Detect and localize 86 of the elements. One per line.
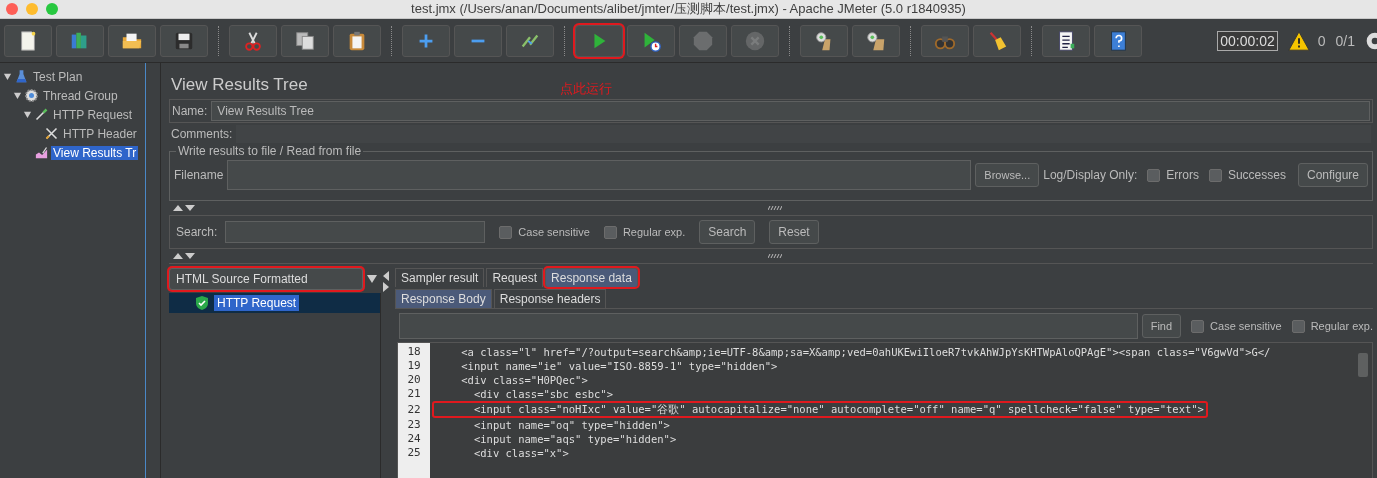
scrollbar-thumb[interactable]	[1358, 353, 1368, 377]
field-label: Search:	[176, 225, 218, 239]
tab[interactable]: Response headers	[493, 289, 607, 308]
group-legend: Write results to file / Read from file	[176, 144, 364, 158]
find-button[interactable]: Find	[1141, 314, 1182, 338]
checkbox-label: Case sensitive	[1210, 320, 1282, 332]
code-line: <a class="l" href="/?output=search&amp;ie=UTF-8&amp;sa=X&amp;ved=0ahUKEwiIloeR7tvkAhWJpYsKHTWpAloQPAgE"><span class="V6gwVd">G</	[460, 345, 1271, 359]
expand-arrow-icon[interactable]	[13, 91, 22, 100]
search-field[interactable]	[225, 221, 486, 243]
code-line: <input name="oq" type="hidden">	[472, 418, 670, 432]
configure-button[interactable]: Configure	[1297, 163, 1368, 187]
split-arrows-icon	[173, 252, 197, 260]
checkbox[interactable]	[1191, 319, 1205, 333]
tab[interactable]: Response data	[545, 268, 638, 287]
thread-count: 0/1	[1335, 32, 1355, 49]
tree-item[interactable]: Thread Group	[41, 88, 120, 103]
checkbox-label: Regular exp.	[622, 226, 686, 238]
code-line: <div class="sbc esbc">	[472, 387, 613, 401]
code-line: <div class="H0PQec">	[460, 373, 588, 387]
checkbox[interactable]	[1147, 168, 1161, 182]
toolbar-button[interactable]	[4, 24, 52, 57]
x-circle-icon	[744, 29, 766, 52]
checkbox[interactable]	[1208, 168, 1222, 182]
split-arrows-icon	[382, 270, 390, 292]
code-line: <input name="aqs" type="hidden">	[472, 432, 677, 446]
gear-icon	[24, 88, 39, 103]
checkbox[interactable]	[603, 225, 617, 239]
flask-icon	[14, 69, 29, 84]
toolbar-button[interactable]	[281, 24, 329, 57]
toolbar-button[interactable]	[852, 24, 900, 57]
tab[interactable]: Response Body	[395, 289, 492, 308]
checkbox[interactable]	[499, 225, 513, 239]
toolbar-button[interactable]	[108, 24, 156, 57]
grip-icon	[768, 254, 782, 258]
field-label: Filename	[174, 168, 224, 182]
expand-arrow-icon[interactable]	[23, 110, 32, 119]
checkbox-label: Case sensitive	[518, 226, 590, 238]
search-button[interactable]: Search	[699, 220, 756, 244]
code-line: <div class="x">	[472, 446, 569, 460]
result-item[interactable]: HTTP Request	[214, 295, 300, 311]
chart-icon	[34, 145, 49, 160]
caret-icon[interactable]	[367, 275, 377, 283]
tree-item[interactable]: HTTP Request	[51, 107, 135, 122]
tab[interactable]: Sampler result	[395, 268, 485, 287]
toolbar-button[interactable]	[1094, 24, 1142, 57]
tab[interactable]: Request	[486, 268, 544, 287]
toolbar-button[interactable]	[333, 24, 381, 57]
name-field[interactable]: View Results Tree	[211, 101, 1370, 121]
field-label: Comments:	[171, 127, 233, 141]
tree-item[interactable]: HTTP Header	[61, 126, 139, 141]
browse-button[interactable]: Browse...	[975, 163, 1040, 187]
field-label: Log/Display Only:	[1043, 168, 1138, 182]
grip-icon	[768, 206, 782, 210]
copy-icon	[294, 29, 316, 52]
checkbox[interactable]	[1291, 319, 1305, 333]
toolbar-button[interactable]	[627, 24, 675, 57]
window-title: test.jmx (/Users/anan/Documents/alibet/jmter/压测脚本/test.jmx) - Apache JMeter (5.0 r1840935)	[411, 0, 966, 18]
checkbox-label: Regular exp.	[1310, 320, 1373, 332]
code-line: <input class="noHIxc" value="谷歌" autocapitalize="none" autocomplete="off" name="q" spellcheck="false" type="text">	[432, 401, 1208, 418]
broom-gear-icon	[865, 29, 887, 52]
code-line: <input name="ie" value="ISO-8859-1" type="hidden">	[460, 359, 778, 373]
field-label: Name:	[172, 104, 208, 118]
close-button[interactable]	[6, 3, 18, 15]
renderer-dropdown[interactable]: HTML Source Formatted	[169, 268, 363, 290]
pipette-icon	[34, 107, 49, 122]
stop-sign-icon	[692, 29, 714, 52]
split-arrows-icon	[173, 204, 197, 212]
expand-arrow-icon[interactable]	[3, 72, 12, 81]
tree-item[interactable]: View Results Tr	[51, 145, 139, 160]
filename-field[interactable]	[227, 160, 972, 190]
warning-count: 0	[1317, 32, 1326, 49]
toolbar-button[interactable]	[973, 24, 1021, 57]
annotation-text: 点此运行	[560, 80, 612, 98]
toolbar-button[interactable]	[229, 24, 277, 57]
panel-title: View Results Tree	[171, 74, 308, 96]
toolbar-button[interactable]	[160, 24, 208, 57]
elapsed-time: 00:00:02	[1217, 30, 1278, 51]
reset-button[interactable]: Reset	[769, 220, 819, 244]
tools-icon	[44, 126, 59, 141]
find-field[interactable]	[399, 313, 1138, 339]
toolbar-button[interactable]	[1042, 24, 1090, 57]
warning-icon	[1287, 29, 1310, 52]
tree-item[interactable]: Test Plan	[31, 69, 85, 84]
checkbox-label: Errors	[1166, 168, 1199, 182]
checkbox-label: Successes	[1227, 168, 1286, 182]
toolbar-button[interactable]	[800, 24, 848, 57]
